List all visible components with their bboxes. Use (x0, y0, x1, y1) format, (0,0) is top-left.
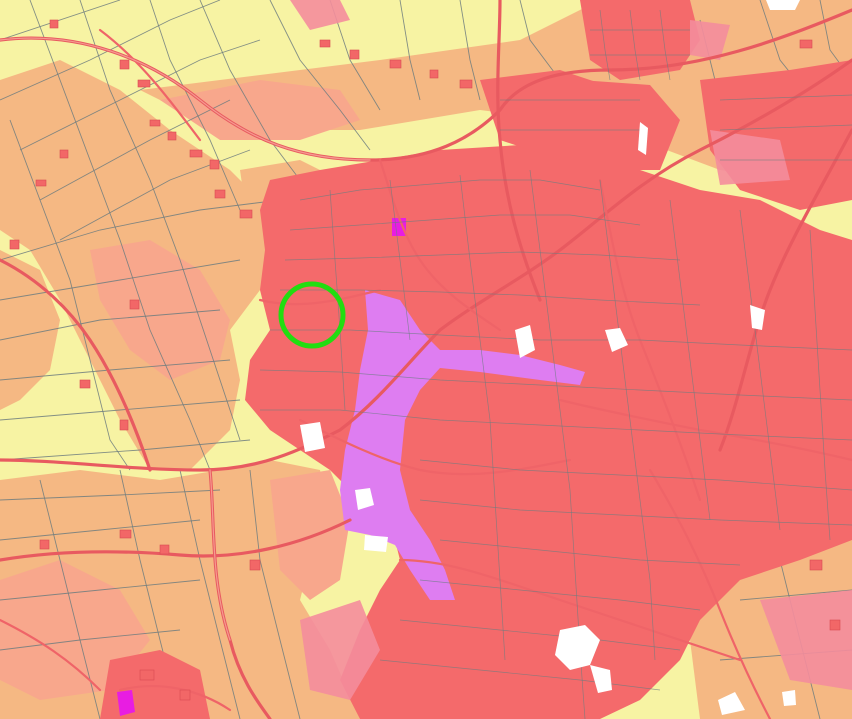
land-use-map[interactable] (0, 0, 852, 719)
map-canvas[interactable] (0, 0, 852, 719)
